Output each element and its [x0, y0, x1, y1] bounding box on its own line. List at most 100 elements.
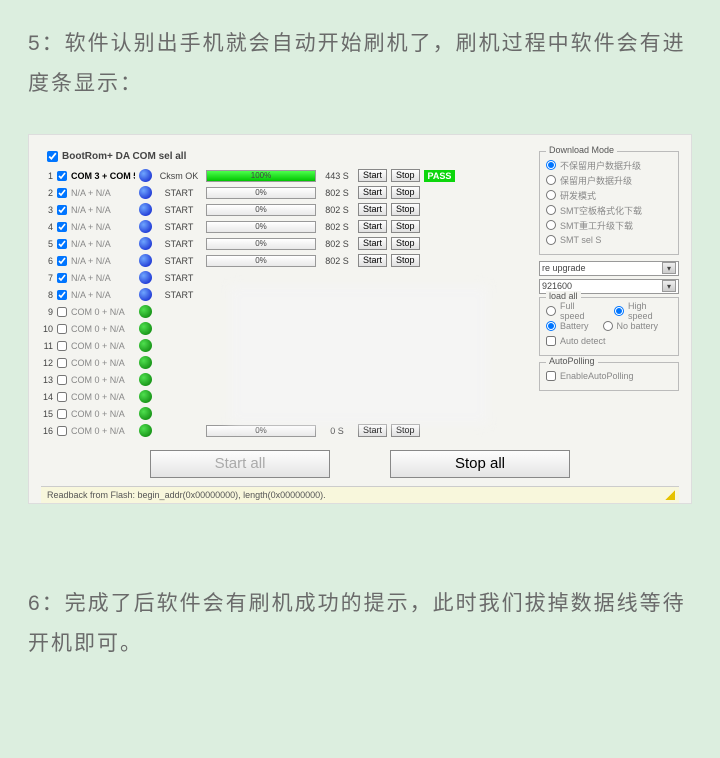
row-port: COM 0 + N/A — [71, 341, 135, 351]
device-row: 2N/A + N/ASTART0%802 SStartStop — [41, 185, 529, 201]
radio-full-speed[interactable]: Full speed — [546, 304, 600, 319]
device-row: 5N/A + N/ASTART0%802 SStartStop — [41, 236, 529, 252]
select-all-label: BootRom+ DA COM sel all — [62, 151, 186, 162]
row-num: 7 — [41, 273, 53, 283]
select-all-input[interactable] — [47, 151, 58, 162]
row-status: Cksm OK — [156, 171, 202, 181]
download-mode-option[interactable]: 保留用户数据升级 — [546, 173, 672, 188]
row-checkbox[interactable] — [57, 426, 67, 436]
row-checkbox[interactable] — [57, 222, 67, 232]
row-stop-button[interactable]: Stop — [391, 220, 420, 233]
select-upgrade[interactable]: re upgrade▾ — [539, 261, 679, 276]
row-port: N/A + N/A — [71, 205, 135, 215]
check-autopolling[interactable]: EnableAutoPolling — [546, 369, 672, 384]
row-checkbox[interactable] — [57, 358, 67, 368]
row-stop-button[interactable]: Stop — [391, 254, 420, 267]
right-panel: Download Mode 不保留用户数据升级保留用户数据升级研发模式SMT空板… — [539, 151, 679, 440]
download-all-title: load all — [546, 291, 581, 301]
radio-battery[interactable]: Battery — [546, 319, 589, 334]
row-checkbox[interactable] — [57, 256, 67, 266]
status-dot-icon — [139, 254, 152, 267]
download-mode-option[interactable]: SMT空板格式化下载 — [546, 203, 672, 218]
download-mode-title: Download Mode — [546, 145, 617, 155]
row-num: 3 — [41, 205, 53, 215]
row-stop-button[interactable]: Stop — [391, 424, 420, 437]
row-checkbox[interactable] — [57, 307, 67, 317]
row-checkbox[interactable] — [57, 324, 67, 334]
row-checkbox[interactable] — [57, 409, 67, 419]
select-all-checkbox[interactable]: BootRom+ DA COM sel all — [41, 151, 529, 162]
autopolling-title: AutoPolling — [546, 356, 598, 366]
row-time: 802 S — [320, 188, 354, 198]
row-checkbox[interactable] — [57, 171, 67, 181]
download-mode-option[interactable]: 不保留用户数据升级 — [546, 158, 672, 173]
status-dot-icon — [139, 305, 152, 318]
row-checkbox[interactable] — [57, 341, 67, 351]
row-start-button[interactable]: Start — [358, 237, 387, 250]
row-progress: 0% — [206, 204, 316, 216]
stop-all-button[interactable]: Stop all — [390, 450, 570, 478]
row-checkbox[interactable] — [57, 392, 67, 402]
row-status: START — [156, 256, 202, 266]
chevron-down-icon: ▾ — [662, 262, 676, 274]
status-dot-icon — [139, 271, 152, 284]
radio-high-speed[interactable]: High speed — [614, 304, 672, 319]
row-time: 802 S — [320, 222, 354, 232]
row-time: 802 S — [320, 239, 354, 249]
row-checkbox[interactable] — [57, 290, 67, 300]
row-num: 6 — [41, 256, 53, 266]
row-checkbox[interactable] — [57, 188, 67, 198]
autopolling-group: AutoPolling EnableAutoPolling — [539, 362, 679, 391]
row-num: 9 — [41, 307, 53, 317]
status-dot-icon — [139, 373, 152, 386]
row-port: COM 0 + N/A — [71, 426, 135, 436]
row-stop-button[interactable]: Stop — [391, 203, 420, 216]
device-row: 7N/A + N/ASTART — [41, 270, 529, 286]
row-checkbox[interactable] — [57, 239, 67, 249]
row-port: COM 0 + N/A — [71, 409, 135, 419]
row-stop-button[interactable]: Stop — [391, 237, 420, 250]
row-checkbox[interactable] — [57, 205, 67, 215]
row-start-button[interactable]: Start — [358, 424, 387, 437]
row-progress: 0% — [206, 238, 316, 250]
row-start-button[interactable]: Start — [358, 186, 387, 199]
row-checkbox[interactable] — [57, 273, 67, 283]
download-mode-option[interactable]: SMT重工升级下载 — [546, 218, 672, 233]
row-stop-button[interactable]: Stop — [391, 169, 420, 182]
device-row: 6N/A + N/ASTART0%802 SStartStop — [41, 253, 529, 269]
radio-no-battery[interactable]: No battery — [603, 319, 659, 334]
row-port: COM 0 + N/A — [71, 358, 135, 368]
device-row: 1COM 3 + COM 5Cksm OK100%443 SStartStopP… — [41, 168, 529, 184]
status-dot-icon — [139, 220, 152, 233]
row-port: COM 0 + N/A — [71, 324, 135, 334]
chevron-down-icon: ▾ — [662, 280, 676, 292]
row-start-button[interactable]: Start — [358, 220, 387, 233]
row-checkbox[interactable] — [57, 375, 67, 385]
download-mode-option[interactable]: SMT sel S — [546, 233, 672, 248]
row-time: 802 S — [320, 256, 354, 266]
status-dot-icon — [139, 424, 152, 437]
row-port: COM 3 + COM 5 — [71, 171, 135, 181]
status-dot-icon — [139, 407, 152, 420]
row-num: 12 — [41, 358, 53, 368]
row-port: N/A + N/A — [71, 239, 135, 249]
row-start-button[interactable]: Start — [358, 254, 387, 267]
device-row: 3N/A + N/ASTART0%802 SStartStop — [41, 202, 529, 218]
row-port: N/A + N/A — [71, 273, 135, 283]
row-port: COM 0 + N/A — [71, 375, 135, 385]
status-dot-icon — [139, 186, 152, 199]
row-time: 0 S — [320, 426, 354, 436]
row-port: N/A + N/A — [71, 256, 135, 266]
status-dot-icon — [139, 356, 152, 369]
check-auto-detect[interactable]: Auto detect — [546, 334, 672, 349]
start-all-button[interactable]: Start all — [150, 450, 330, 478]
flash-tool-window: BootRom+ DA COM sel all 1 COM 3 + COM 5 Ck… — [28, 134, 692, 504]
row-progress: 0% — [206, 221, 316, 233]
row-start-button[interactable]: Start — [358, 169, 387, 182]
download-mode-option[interactable]: 研发模式 — [546, 188, 672, 203]
row-stop-button[interactable]: Stop — [391, 186, 420, 199]
row-start-button[interactable]: Start — [358, 203, 387, 216]
row-num: 1 — [41, 171, 53, 181]
row-port: N/A + N/A — [71, 222, 135, 232]
row-num: 13 — [41, 375, 53, 385]
